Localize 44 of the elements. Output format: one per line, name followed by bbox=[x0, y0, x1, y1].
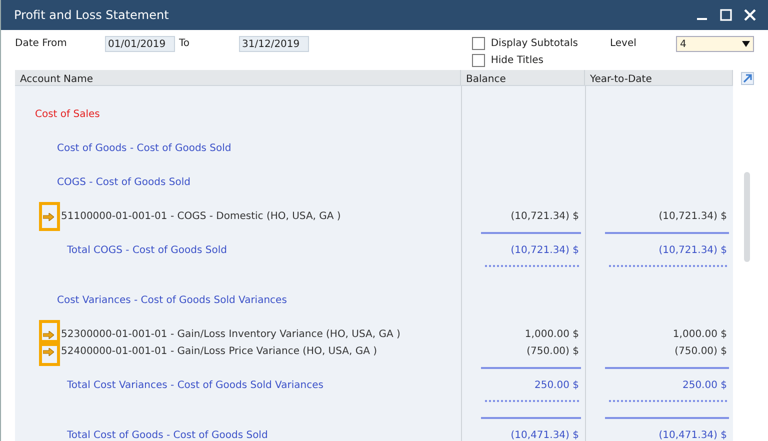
date-to-field[interactable]: 31/12/2019 bbox=[239, 36, 309, 52]
scrollbar-thumb[interactable] bbox=[744, 172, 750, 262]
amount-value: (10,721.34) $ bbox=[510, 211, 579, 222]
level-dropdown[interactable]: 4 bbox=[676, 36, 754, 52]
caret-icon bbox=[742, 41, 750, 47]
account-name: 52300000-01-001-01 - Gain/Loss Inventory Variance (HO, USA, GA ) bbox=[61, 329, 400, 340]
total-label: Total Cost Variances - Cost of Goods Sold Variances bbox=[67, 380, 324, 391]
expand-arrow-icon[interactable] bbox=[740, 72, 754, 85]
column-header[interactable]: Balance bbox=[461, 70, 585, 85]
total-label: Total Cost of Goods - Cost of Goods Sold bbox=[67, 430, 268, 441]
checkbox[interactable] bbox=[472, 37, 485, 50]
level-label: Level bbox=[610, 37, 638, 51]
amount-value: (10,721.34) $ bbox=[658, 211, 727, 222]
arrow-right-icon bbox=[43, 330, 54, 338]
column-header[interactable]: Account Name bbox=[15, 70, 461, 85]
group-title: Cost Variances - Cost of Goods Sold Variances bbox=[57, 295, 287, 306]
section-title: Cost of Sales bbox=[35, 109, 100, 120]
arrow-right-icon bbox=[43, 348, 54, 356]
total-value: (10,721.34) $ bbox=[658, 245, 727, 256]
column-header[interactable]: Year-to-Date bbox=[585, 70, 733, 85]
close-icon[interactable] bbox=[744, 9, 756, 21]
arrow-right-icon bbox=[43, 212, 54, 220]
maximize-icon[interactable] bbox=[720, 9, 732, 21]
checkbox-label: Display Subtotals bbox=[490, 38, 578, 49]
total-value: (10,471.34) $ bbox=[658, 430, 727, 441]
account-name: 52400000-01-001-01 - Gain/Loss Price Variance (HO, USA, GA ) bbox=[61, 346, 378, 357]
amount-value: (750.00) $ bbox=[674, 346, 727, 357]
checkbox-label: Hide Titles bbox=[490, 55, 544, 66]
date-from-label: Date From bbox=[15, 37, 68, 51]
date-from-field[interactable]: 01/01/2019 bbox=[105, 36, 175, 52]
amount-value: 1,000.00 $ bbox=[524, 329, 579, 340]
amount-value: 1,000.00 $ bbox=[672, 329, 727, 340]
group-title: COGS - Cost of Goods Sold bbox=[57, 177, 190, 188]
window-title: Profit and Loss Statement bbox=[14, 8, 170, 22]
group-title: Cost of Goods - Cost of Goods Sold bbox=[57, 143, 232, 154]
total-value: 250.00 $ bbox=[534, 380, 579, 391]
total-value: 250.00 $ bbox=[682, 380, 727, 391]
account-name: 51100000-01-001-01 - COGS - Domestic (HO, USA, GA ) bbox=[61, 211, 341, 222]
amount-value: (750.00) $ bbox=[526, 346, 579, 357]
total-label: Total COGS - Cost of Goods Sold bbox=[67, 245, 227, 256]
total-value: (10,721.34) $ bbox=[510, 245, 579, 256]
total-value: (10,471.34) $ bbox=[510, 430, 579, 441]
to-label: To bbox=[179, 37, 191, 51]
checkbox[interactable] bbox=[472, 54, 485, 67]
